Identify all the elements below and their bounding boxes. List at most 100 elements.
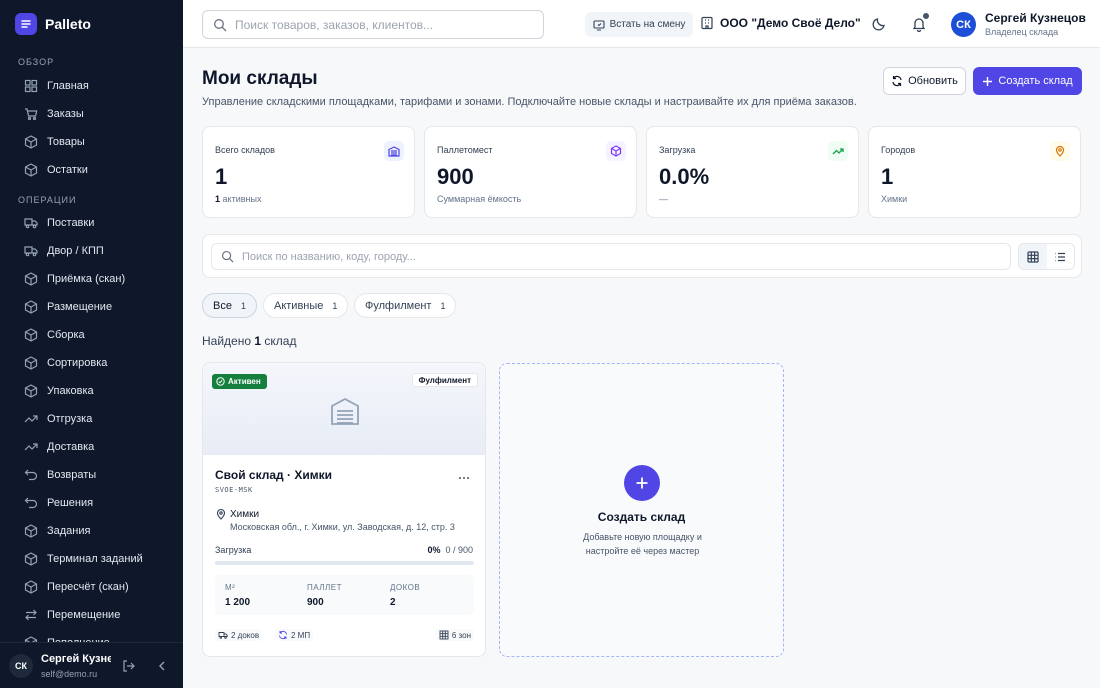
metric-label: ПАЛЛЕТ bbox=[307, 583, 342, 592]
box-icon bbox=[24, 552, 38, 566]
header-user-name[interactable]: Сергей Кузнецов bbox=[985, 11, 1086, 25]
search-icon bbox=[221, 250, 234, 263]
tab-active[interactable]: Активные 1 bbox=[263, 293, 349, 318]
sidebar-item-putaway[interactable]: Размещение bbox=[18, 295, 168, 319]
refresh-button[interactable]: Обновить bbox=[883, 67, 966, 95]
start-shift-label: Встать на смену bbox=[609, 19, 686, 30]
create-warehouse-button[interactable]: Создать склад bbox=[973, 67, 1082, 95]
metric-value: 2 bbox=[390, 597, 396, 608]
more-horizontal-icon[interactable] bbox=[457, 471, 471, 485]
warehouse-name[interactable]: Свой склад · Химки bbox=[215, 468, 332, 482]
header-user-role: Владелец склада bbox=[985, 27, 1059, 37]
stat-card-cities: Городов 1 Химки bbox=[868, 126, 1081, 218]
results-suffix: склад bbox=[264, 334, 297, 348]
start-shift-button[interactable]: Встать на смену bbox=[585, 12, 693, 37]
trend-icon bbox=[24, 443, 38, 451]
list-view-icon[interactable] bbox=[1047, 244, 1075, 269]
logout-icon[interactable] bbox=[122, 659, 136, 673]
sidebar-item-delivery[interactable]: Доставка bbox=[18, 435, 168, 459]
box-icon bbox=[24, 272, 38, 286]
status-badge: Активен bbox=[212, 374, 267, 389]
stat-label: Загрузка bbox=[659, 145, 696, 155]
theme-toggle-icon[interactable] bbox=[871, 16, 887, 32]
grid-view-icon[interactable] bbox=[1019, 244, 1047, 269]
marketplaces-tag: 2 МП bbox=[275, 629, 314, 641]
monitor-icon bbox=[593, 19, 605, 31]
sidebar-item-picking[interactable]: Сборка bbox=[18, 323, 168, 347]
metric-value: 900 bbox=[307, 597, 324, 608]
warehouse-search-input[interactable]: Поиск по названию, коду, городу... bbox=[211, 243, 1011, 270]
sidebar-item-returns[interactable]: Возвраты bbox=[18, 463, 168, 487]
plus-icon bbox=[983, 76, 993, 86]
stat-sub-text: активных bbox=[222, 194, 262, 204]
tab-fulfillment[interactable]: Фулфилмент 1 bbox=[354, 293, 457, 318]
load-percent: 0% bbox=[427, 545, 441, 555]
sidebar-item-shipping[interactable]: Отгрузка bbox=[18, 407, 168, 431]
pin-icon bbox=[1050, 141, 1070, 161]
global-search-input[interactable]: Поиск товаров, заказов, клиентов... bbox=[202, 10, 544, 39]
load-value: 0% 0 / 900 bbox=[427, 545, 473, 555]
sidebar-user-email: self@demo.ru bbox=[41, 669, 98, 679]
stat-sub: — bbox=[659, 194, 668, 204]
sidebar-item-transfer[interactable]: Перемещение bbox=[18, 603, 168, 627]
metric-label: ДОКОВ bbox=[390, 583, 421, 592]
logo-icon bbox=[15, 13, 37, 35]
sidebar-item-home[interactable]: Главная bbox=[18, 74, 168, 98]
sidebar-item-label: Задания bbox=[47, 525, 91, 537]
tab-count: 1 bbox=[440, 300, 446, 311]
stat-value: 900 bbox=[437, 164, 474, 189]
collapse-sidebar-icon[interactable] bbox=[155, 659, 169, 673]
avatar[interactable]: СК bbox=[951, 12, 976, 37]
sidebar-item-tasks[interactable]: Задания bbox=[18, 519, 168, 543]
warehouse-card[interactable]: Активен Фулфилмент Свой склад · Химки SV… bbox=[202, 362, 486, 657]
sidebar-item-receiving[interactable]: Приёмка (скан) bbox=[18, 267, 168, 291]
sidebar-item-products[interactable]: Товары bbox=[18, 130, 168, 154]
zones-tag-label: 6 зон bbox=[451, 630, 471, 640]
warehouse-metrics: М² 1 200 ПАЛЛЕТ 900 ДОКОВ 2 bbox=[215, 575, 474, 615]
sidebar-item-yard[interactable]: Двор / КПП bbox=[18, 239, 168, 263]
notification-dot bbox=[923, 13, 929, 19]
metric-label: М² bbox=[225, 583, 236, 592]
return-icon bbox=[24, 497, 38, 509]
tab-all[interactable]: Все 1 bbox=[202, 293, 257, 318]
warehouse-address: Московская обл., г. Химки, ул. Заводская… bbox=[230, 522, 455, 532]
brand[interactable]: Palleto bbox=[15, 13, 91, 35]
sidebar-item-orders[interactable]: Заказы bbox=[18, 102, 168, 126]
building-icon bbox=[701, 16, 713, 30]
sidebar-item-label: Двор / КПП bbox=[47, 245, 104, 257]
pin-icon bbox=[216, 508, 226, 520]
check-circle-icon bbox=[216, 377, 225, 386]
warehouse-code: SVOE-MSK bbox=[215, 486, 253, 494]
stat-label: Городов bbox=[881, 145, 916, 155]
org-name: ООО "Демо Своё Дело" bbox=[720, 16, 861, 30]
metric-value: 1 200 bbox=[225, 597, 251, 608]
sidebar-item-decisions[interactable]: Решения bbox=[18, 491, 168, 515]
create-warehouse-card[interactable]: Создать склад Добавьте новую площадку и … bbox=[499, 363, 784, 657]
metric-area: М² 1 200 bbox=[225, 583, 250, 608]
sidebar-item-label: Заказы bbox=[47, 108, 84, 120]
tab-label: Фулфилмент bbox=[365, 299, 432, 312]
page-title: Мои склады bbox=[202, 68, 318, 89]
search-icon bbox=[214, 18, 227, 31]
avatar[interactable]: СК bbox=[9, 654, 33, 678]
stat-label: Паллетомест bbox=[437, 145, 493, 155]
sidebar-item-label: Пересчёт (скан) bbox=[47, 581, 129, 593]
sidebar-item-task-terminal[interactable]: Терминал заданий bbox=[18, 547, 168, 571]
sidebar-item-supplies[interactable]: Поставки bbox=[18, 211, 168, 235]
box-icon bbox=[24, 328, 38, 342]
sidebar-item-recount[interactable]: Пересчёт (скан) bbox=[18, 575, 168, 599]
org-switcher[interactable]: ООО "Демо Своё Дело" bbox=[700, 16, 861, 30]
sidebar-item-sorting[interactable]: Сортировка bbox=[18, 351, 168, 375]
sidebar-item-label: Главная bbox=[47, 80, 89, 92]
sidebar-item-label: Поставки bbox=[47, 217, 95, 229]
type-badge: Фулфилмент bbox=[411, 373, 478, 387]
box-icon bbox=[24, 356, 38, 370]
swap-icon bbox=[25, 609, 37, 621]
sidebar-item-packing[interactable]: Упаковка bbox=[18, 379, 168, 403]
results-count: Найдено 1 склад bbox=[202, 334, 296, 348]
truck-icon bbox=[218, 632, 228, 639]
sidebar-item-stock[interactable]: Остатки bbox=[18, 158, 168, 182]
stat-label: Всего складов bbox=[215, 145, 275, 155]
sidebar-item-label: Остатки bbox=[47, 164, 88, 176]
sidebar: Palleto ОБЗОР Главная Заказы Товары Оста… bbox=[0, 0, 183, 688]
